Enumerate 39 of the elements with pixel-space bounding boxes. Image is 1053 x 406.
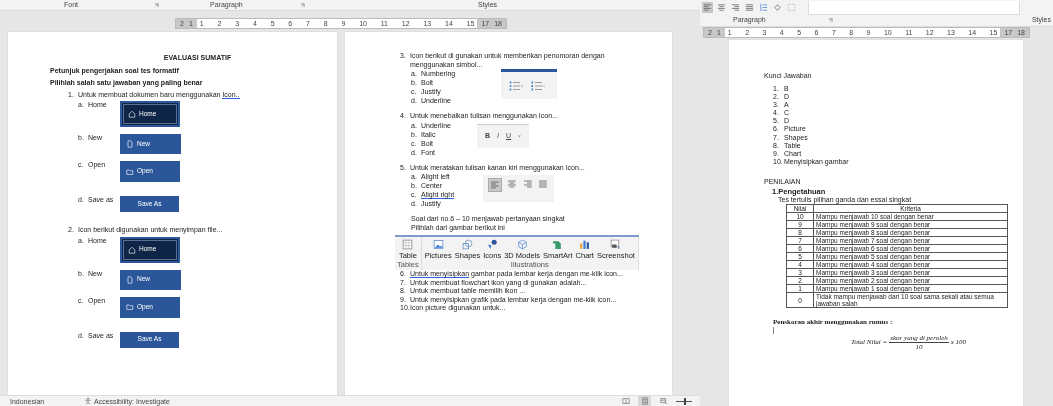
image-icon [432, 239, 444, 250]
align-center-icon[interactable] [716, 2, 727, 13]
book-icon [621, 397, 630, 405]
house-icon [128, 110, 136, 118]
document-icon [126, 275, 134, 284]
align-right-icon [521, 178, 534, 190]
align-center-icon [505, 178, 518, 190]
page-layout-icon [640, 397, 649, 405]
view-button[interactable] [619, 396, 632, 406]
document-icon [126, 140, 134, 148]
justify-icon [537, 178, 549, 190]
line-spacing-icon[interactable] [758, 2, 769, 13]
smartart-icon [552, 239, 564, 250]
styles-gallery[interactable] [808, 0, 1020, 15]
shapes-icon [462, 239, 473, 250]
borders-icon[interactable] [786, 2, 797, 13]
numbered-list-icon [531, 80, 545, 91]
web-layout-icon [659, 397, 668, 405]
caret-icon [518, 134, 521, 138]
justify-icon[interactable] [744, 2, 755, 13]
dialog-launcher-icon[interactable] [154, 3, 159, 8]
text-cursor [773, 326, 774, 334]
house-icon [128, 245, 136, 254]
align-left-icon [488, 178, 502, 192]
accessibility-icon [84, 397, 92, 405]
align-right-icon[interactable] [730, 2, 741, 13]
bar-chart-icon [579, 239, 591, 250]
folder-icon [126, 303, 134, 311]
view-button[interactable] [657, 396, 670, 406]
dialog-launcher-icon[interactable] [828, 17, 833, 23]
screenshot-icon [610, 239, 622, 250]
dialog-launcher-icon[interactable] [300, 3, 305, 8]
bullet-list-icon [509, 80, 523, 91]
folder-icon [126, 167, 134, 176]
table-icon [402, 239, 414, 250]
cube-icon [516, 239, 528, 250]
view-button[interactable] [638, 396, 651, 406]
align-left-icon[interactable] [702, 2, 713, 13]
shapes-icon [486, 239, 498, 250]
